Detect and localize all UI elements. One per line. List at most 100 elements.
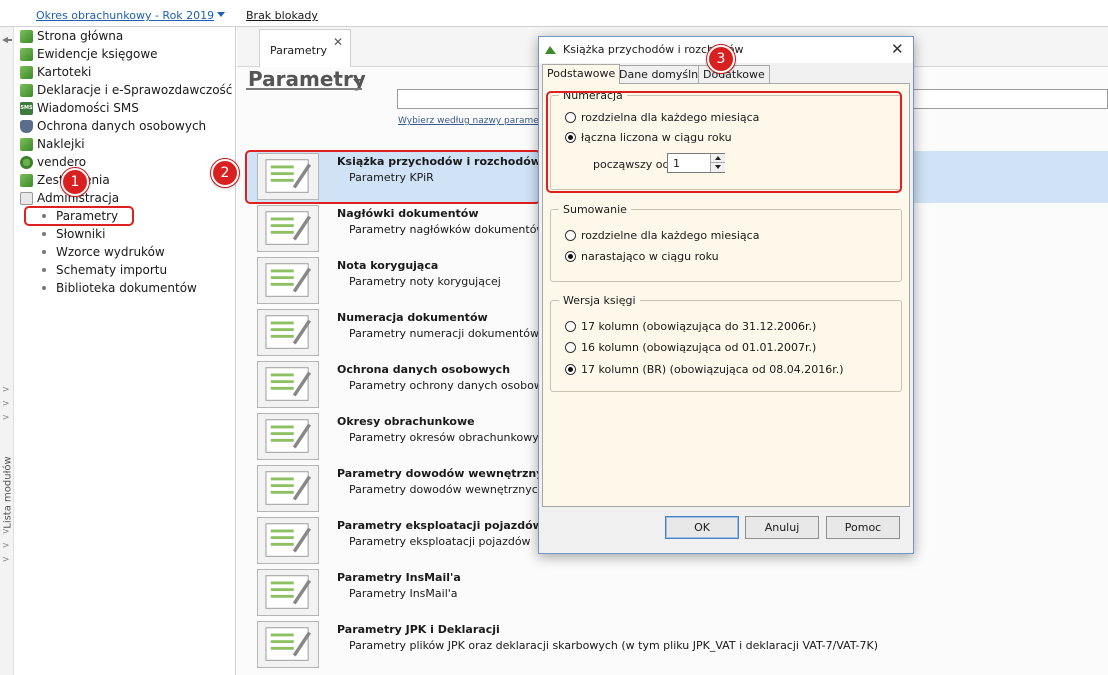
sidebar-item-label: Strona główna [37, 29, 124, 43]
chevron-down-icon [217, 12, 226, 17]
radio-version-16[interactable]: 16 kolumn (obowiązująca od 01.01.2007r.) [565, 341, 816, 354]
radio-version-17-br[interactable]: 17 kolumn (BR) (obowiązująca od 08.04.20… [565, 363, 844, 376]
cancel-button[interactable]: Anuluj [745, 516, 819, 539]
sidebar-subitem-print-templates[interactable]: Wzorce wydruków [42, 243, 165, 261]
param-row-subtitle: Parametry eksploatacji pojazdów [349, 535, 531, 548]
bullet-icon [42, 286, 46, 290]
sidebar-item-sms[interactable]: SMS Wiadomości SMS [20, 99, 139, 117]
report-icon [20, 173, 33, 187]
param-row-title: Parametry eksploatacji pojazdów [337, 519, 543, 532]
radio-button[interactable] [565, 112, 576, 123]
param-row-title: Nagłówki dokumentów [337, 207, 479, 220]
radio-button[interactable] [565, 132, 576, 143]
param-row-jpk-declarations[interactable]: Parametry JPK i Deklaracji Parametry pli… [247, 619, 1108, 671]
stepper-up-icon[interactable] [710, 154, 725, 163]
radio-button[interactable] [565, 251, 576, 262]
param-row-title: Ochrona danych osobowych [337, 363, 511, 376]
settings-document-icon [257, 413, 319, 460]
radio-label: 17 kolumn (obowiązująca do 31.12.2006r.) [581, 320, 817, 333]
param-row-title: Numeracja dokumentów [337, 311, 488, 324]
sidebar-item-label: Deklaracje i e-Sprawozdawczość [37, 83, 233, 97]
module-list-label: Lista modułów [2, 456, 14, 529]
since-stepper[interactable]: 1 [667, 153, 725, 173]
top-bar: Okres obrachunkowy - Rok 2019 Brak bloka… [0, 0, 1108, 27]
sidebar-subitem-parameters[interactable]: Parametry [42, 207, 118, 225]
ledger-icon [20, 47, 33, 61]
title-underline [246, 88, 362, 90]
settings-document-icon [257, 569, 319, 616]
param-row-title: Parametry dowodów wewnętrznych [337, 467, 558, 480]
tab-basic[interactable]: Podstawowe [542, 64, 621, 84]
sidebar-subitem-document-library[interactable]: Biblioteka dokumentów [42, 279, 197, 297]
sidebar: Strona główna Ewidencje księgowe Kartote… [14, 27, 236, 675]
kpir-dialog: Książka przychodów i rozchodów ✕ Podstaw… [538, 36, 914, 554]
param-row-subtitle: Parametry dowodów wewnętrznych [349, 483, 545, 496]
close-icon[interactable]: ✕ [891, 40, 904, 58]
sticker-icon [20, 137, 33, 151]
sidebar-item-label: Ewidencje księgowe [37, 47, 158, 61]
radio-button[interactable] [565, 364, 576, 375]
radio-label: 17 kolumn (BR) (obowiązująca od 08.04.20… [581, 363, 844, 376]
radio-button[interactable] [565, 342, 576, 353]
period-link[interactable]: Okres obrachunkowy - Rok 2019 [36, 9, 226, 22]
radio-summing-monthly[interactable]: rozdzielne dla każdego miesiąca [565, 229, 759, 242]
annotation-badge-2: 2 [211, 159, 239, 187]
radio-label: łączna liczona w ciągu roku [581, 131, 732, 144]
dialog-body: Numeracja rozdzielna dla każdego miesiąc… [542, 83, 910, 507]
tab-defaults[interactable]: Dane domyślne [614, 65, 710, 84]
param-row-subtitle: Parametry nagłówków dokumentów [349, 223, 546, 236]
app-logo-icon [545, 46, 556, 54]
pin-icon[interactable] [2, 37, 12, 43]
since-value[interactable]: 1 [673, 157, 680, 170]
ok-button[interactable]: OK [665, 516, 739, 539]
sidebar-item-cards[interactable]: Kartoteki [20, 63, 91, 81]
sidebar-item-ledgers[interactable]: Ewidencje księgowe [20, 45, 158, 63]
radio-numbering-yearly[interactable]: łączna liczona w ciągu roku [565, 131, 732, 144]
bullet-icon [42, 214, 46, 218]
sidebar-item-home[interactable]: Strona główna [20, 27, 123, 45]
sidebar-subitem-import-schemes[interactable]: Schematy importu [42, 261, 167, 279]
param-row-subtitle: Parametry numeracji dokumentów [349, 327, 540, 340]
radio-version-17-old[interactable]: 17 kolumn (obowiązująca do 31.12.2006r.) [565, 320, 816, 333]
sidebar-item-label: Ochrona danych osobowych [37, 119, 207, 133]
param-row-insmail[interactable]: Parametry InsMail'a Parametry InsMail'a [247, 567, 1108, 619]
tab-additional[interactable]: Dodatkowe [698, 65, 770, 84]
help-button[interactable]: Pomoc [826, 516, 900, 539]
chevron-down-icon[interactable] [353, 79, 361, 84]
sidebar-item-declarations[interactable]: Deklaracje i e-Sprawozdawczość [20, 81, 232, 99]
radio-label: rozdzielne dla każdego miesiąca [581, 229, 760, 242]
param-row-subtitle: Parametry noty korygującej [349, 275, 501, 288]
module-list-strip[interactable]: > > > Lista modułów > > > [0, 27, 14, 675]
stepper-down-icon[interactable] [710, 163, 725, 172]
radio-button[interactable] [565, 321, 576, 332]
since-label: począwszy od: [593, 158, 674, 171]
sidebar-subitem-label: Biblioteka dokumentów [56, 281, 197, 295]
radio-button[interactable] [565, 230, 576, 241]
param-row-title: Okresy obrachunkowe [337, 415, 475, 428]
declaration-icon [20, 83, 33, 97]
lock-status-link[interactable]: Brak blokady [246, 9, 318, 22]
settings-document-icon [257, 205, 319, 252]
sidebar-item-stickers[interactable]: Naklejki [20, 135, 85, 153]
settings-document-icon [257, 257, 319, 304]
radio-numbering-monthly[interactable]: rozdzielna dla każdego miesiąca [565, 111, 759, 124]
chevron-right-icon: > > > [2, 527, 10, 565]
param-row-title: Parametry JPK i Deklaracji [337, 623, 500, 636]
sidebar-item-data-protection[interactable]: Ochrona danych osobowych [20, 117, 206, 135]
summing-group: Sumowanie rozdzielne dla każdego miesiąc… [550, 203, 902, 282]
param-row-subtitle: Parametry okresów obrachunkowych [349, 431, 552, 444]
admin-icon [20, 191, 33, 205]
close-icon[interactable]: ✕ [333, 35, 343, 49]
bullet-icon [42, 268, 46, 272]
radio-label: narastająco w ciągu roku [581, 250, 719, 263]
radio-summing-cumulative[interactable]: narastająco w ciągu roku [565, 250, 719, 263]
sidebar-subitem-label: Schematy importu [56, 263, 168, 277]
sidebar-item-label: Naklejki [37, 137, 85, 151]
bullet-icon [42, 250, 46, 254]
param-row-subtitle: Parametry KPiR [349, 171, 434, 184]
settings-document-icon [257, 153, 319, 200]
search-hint[interactable]: Wybierz według nazwy parametrów [398, 116, 559, 126]
settings-document-icon [257, 309, 319, 356]
sidebar-subitem-dictionaries[interactable]: Słowniki [42, 225, 105, 243]
annotation-badge-3: 3 [707, 45, 735, 73]
